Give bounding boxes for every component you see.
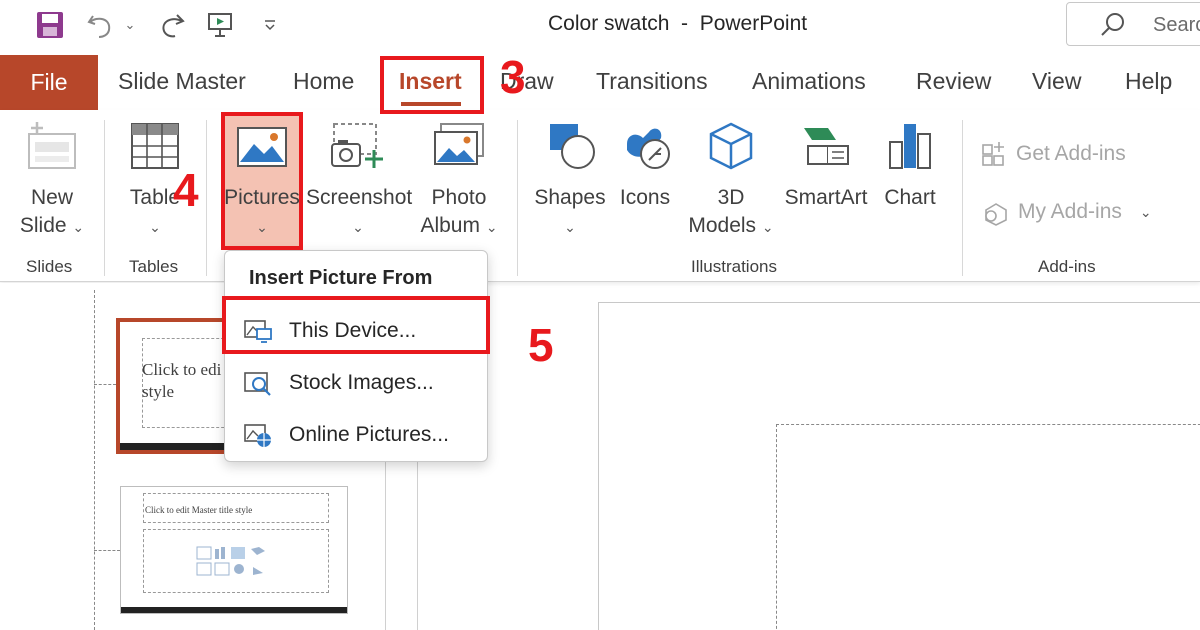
3d-models-icon [684, 120, 778, 180]
get-addins-icon [980, 140, 1010, 168]
group-separator [962, 120, 963, 276]
annotation-box-insert-tab [380, 56, 484, 114]
undo-chevron-icon[interactable]: ⌄ [120, 8, 140, 42]
shapes-chevron-icon: ⌄ [564, 219, 576, 235]
title-bar: ⌄ Color swatch - PowerPoint Search [0, 0, 1200, 52]
group-label-slides: Slides [26, 257, 73, 276]
group-label-tables: Tables [129, 257, 179, 276]
search-icon [1099, 11, 1127, 44]
tab-slide-master[interactable]: Slide Master [118, 68, 246, 95]
shapes-icon [532, 120, 608, 180]
annotation-step-3: 3 [500, 51, 526, 103]
redo-icon[interactable] [156, 8, 188, 42]
layout-connector-line [94, 290, 95, 630]
photo-album-label-2: Album [420, 214, 480, 237]
get-addins-button[interactable]: Get Add-ins [980, 138, 1126, 170]
ribbon-tabs: File Slide Master Home Insert Draw Trans… [0, 55, 1200, 110]
search-placeholder: Search [1153, 14, 1200, 36]
annotation-step-5: 5 [528, 319, 554, 371]
tab-help[interactable]: Help [1125, 68, 1172, 95]
group-separator [104, 120, 105, 276]
present-icon[interactable] [204, 8, 236, 42]
slide-thumbnail-layout[interactable]: Click to edit Master title style [120, 486, 348, 614]
new-slide-label: New [30, 186, 73, 209]
screenshot-chevron-icon: ⌄ [352, 219, 364, 235]
group-label-addins: Add-ins [1038, 257, 1096, 276]
online-pictures-icon [243, 421, 273, 449]
my-addins-icon [980, 198, 1012, 226]
dropdown-header: Insert Picture From [249, 267, 433, 289]
chart-icon [878, 120, 942, 180]
annotation-step-4: 4 [173, 164, 199, 216]
my-addins-chevron-icon[interactable]: ⌄ [1140, 198, 1152, 226]
smartart-button[interactable]: SmartArt [780, 120, 872, 212]
window-title: Color swatch - PowerPoint [548, 12, 808, 35]
layout-connector-tick [94, 550, 120, 551]
menu-item-online-pictures[interactable]: Online Pictures... [243, 415, 449, 455]
thumb-content-icons [195, 545, 279, 582]
search-box[interactable]: Search [1066, 2, 1200, 46]
icons-label: Icons [619, 186, 671, 209]
my-addins-button[interactable]: My Add-ins ⌄ [980, 196, 1152, 228]
table-chevron-icon: ⌄ [149, 219, 161, 235]
stock-images-label: Stock Images... [289, 371, 434, 394]
3d-models-button[interactable]: 3D Models ⌄ [684, 120, 778, 241]
annotation-box-pictures [221, 112, 303, 250]
group-separator [206, 120, 207, 276]
chart-label: Chart [884, 186, 936, 209]
thumb1-title-line2: style [142, 382, 175, 401]
photo-album-icon [414, 120, 504, 180]
tab-view[interactable]: View [1032, 68, 1081, 95]
layout-connector-tick [94, 384, 116, 385]
shapes-button[interactable]: Shapes ⌄ [532, 120, 608, 241]
chart-button[interactable]: Chart [878, 120, 942, 212]
photo-album-button[interactable]: Photo Album ⌄ [414, 120, 504, 241]
tab-home[interactable]: Home [293, 68, 354, 95]
smartart-icon [780, 120, 872, 180]
tab-file[interactable]: File [0, 55, 98, 110]
annotation-box-this-device [222, 296, 490, 354]
canvas-placeholder-outline [776, 424, 1200, 630]
menu-item-stock-images[interactable]: Stock Images... [243, 363, 434, 403]
tab-transitions[interactable]: Transitions [596, 68, 708, 95]
icons-button[interactable]: Icons [614, 120, 676, 212]
screenshot-label: Screenshot [306, 186, 413, 209]
undo-icon[interactable] [84, 8, 116, 42]
my-addins-label: My Add-ins [1018, 200, 1122, 223]
smartart-label: SmartArt [784, 186, 868, 209]
icons-icon [614, 120, 676, 180]
photo-album-label: Photo [431, 186, 487, 209]
thumb-footer-bar [121, 607, 347, 613]
shapes-label: Shapes [534, 186, 606, 209]
screenshot-icon [306, 120, 410, 180]
thumb2-title: Click to edit Master title style [145, 505, 253, 515]
new-slide-icon [12, 120, 92, 180]
insert-picture-dropdown: Insert Picture From This Device... Stock… [224, 250, 488, 462]
new-slide-button[interactable]: New Slide ⌄ [12, 120, 92, 241]
group-label-illustrations: Illustrations [691, 257, 777, 276]
online-pictures-label: Online Pictures... [289, 423, 449, 446]
thumb1-title-line1: Click to edi [142, 360, 222, 379]
customize-quick-access-icon[interactable] [258, 8, 282, 42]
get-addins-label: Get Add-ins [1016, 142, 1126, 165]
tab-animations[interactable]: Animations [752, 68, 866, 95]
group-separator [517, 120, 518, 276]
new-slide-label-2: Slide [19, 214, 67, 237]
screenshot-button[interactable]: Screenshot ⌄ [306, 120, 413, 241]
3d-models-label-2: Models [688, 214, 757, 237]
3d-models-label: 3D [717, 186, 745, 209]
stock-images-icon [243, 369, 273, 397]
save-icon[interactable] [32, 8, 68, 42]
tab-review[interactable]: Review [916, 68, 991, 95]
